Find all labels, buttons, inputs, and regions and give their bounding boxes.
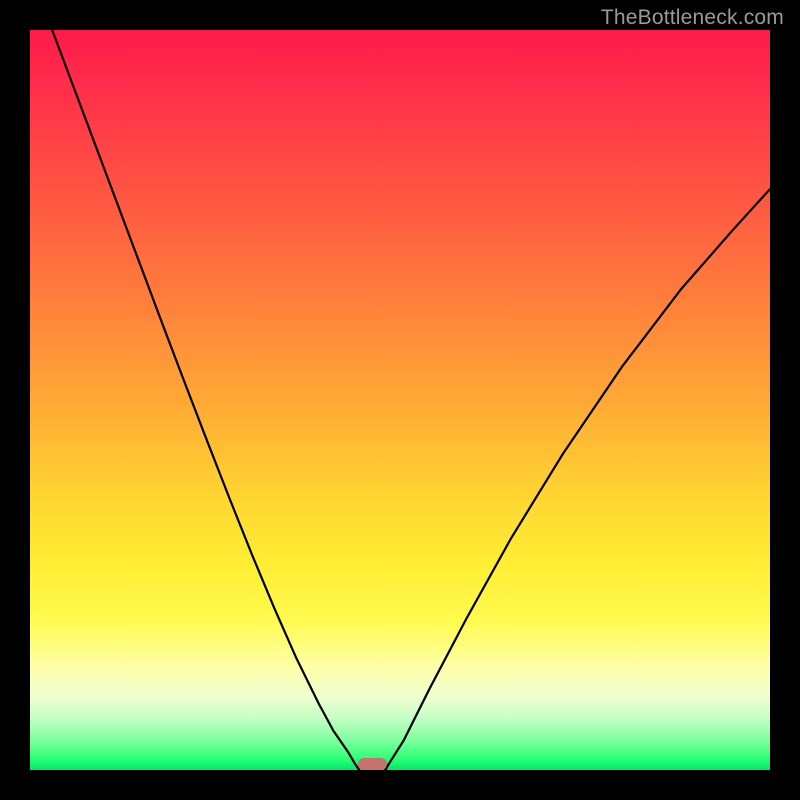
watermark-text: TheBottleneck.com xyxy=(601,6,784,30)
plot-area xyxy=(30,30,770,770)
optimal-point-marker xyxy=(358,758,388,770)
bottleneck-curve xyxy=(30,30,770,770)
